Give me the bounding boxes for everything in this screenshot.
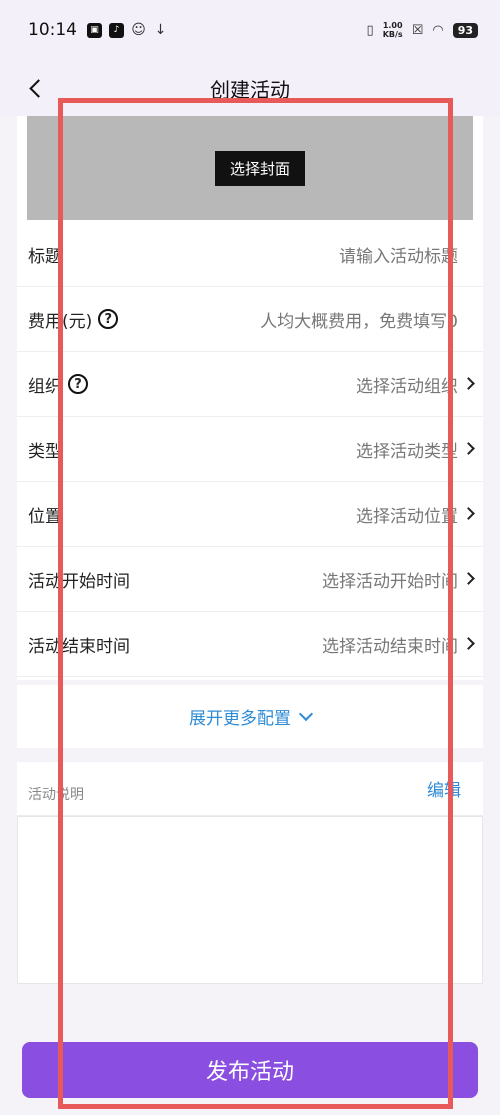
robot-icon: ☺ — [131, 22, 146, 38]
help-icon[interactable]: ? — [98, 309, 119, 329]
navigation-bar: 创建活动 — [0, 60, 500, 116]
form-row-fee[interactable]: 费用(元)? 人均大概费用，免费填写0 — [17, 287, 483, 352]
row-label: 类型 — [28, 441, 62, 462]
row-label: 活动结束时间 — [28, 636, 130, 657]
chevron-right-icon — [462, 507, 475, 520]
network-speed-value: 1.00 — [382, 21, 403, 30]
network-speed: 1.00 KB/s — [383, 21, 403, 39]
end-time-select[interactable]: 选择活动结束时间 — [322, 632, 458, 657]
page-title: 创建活动 — [210, 77, 290, 102]
form-row-start-time[interactable]: 活动开始时间 选择活动开始时间 — [17, 547, 483, 612]
no-sim-icon: ☒ — [411, 22, 424, 38]
row-label: 活动开始时间 — [28, 571, 130, 592]
status-bar: 10:14 ▣ ♪ ☺ ↓ ▯ 1.00 KB/s ☒ ◠ 93 — [0, 0, 500, 60]
organization-select[interactable]: 选择活动组织 — [356, 372, 458, 397]
fee-input[interactable]: 人均大概费用，免费填写0 — [260, 307, 458, 332]
form-row-location[interactable]: 位置 选择活动位置 — [17, 482, 483, 547]
chevron-right-icon — [462, 572, 475, 585]
tiktok-icon: ♪ — [109, 22, 124, 38]
download-icon: ↓ — [154, 22, 167, 38]
chevron-right-icon — [462, 637, 475, 650]
row-label: 标题 — [28, 246, 62, 267]
row-label: 费用(元)? — [28, 307, 119, 332]
form-row-title[interactable]: 标题 请输入活动标题 — [17, 222, 483, 287]
battery-indicator: 93 — [452, 22, 478, 38]
vibrate-icon: ▯ — [366, 22, 374, 38]
select-cover-button[interactable]: 选择封面 — [215, 151, 305, 186]
type-select[interactable]: 选择活动类型 — [356, 437, 458, 462]
chevron-right-icon — [462, 442, 475, 455]
form-row-organization[interactable]: 组织? 选择活动组织 — [17, 352, 483, 417]
description-textarea[interactable] — [17, 816, 483, 984]
form-row-type[interactable]: 类型 选择活动类型 — [17, 417, 483, 482]
row-label: 位置 — [28, 506, 62, 527]
description-header: 活动说明 编辑 — [17, 762, 483, 816]
edit-description-link[interactable]: 编辑 — [427, 776, 461, 801]
publish-button[interactable]: 发布活动 — [22, 1042, 478, 1098]
status-app-icons: ▣ ♪ ☺ ↓ — [87, 22, 168, 38]
row-label: 组织? — [28, 372, 88, 397]
cover-area[interactable]: 选择封面 — [27, 116, 473, 220]
start-time-select[interactable]: 选择活动开始时间 — [322, 567, 458, 592]
chevron-down-icon — [298, 706, 314, 721]
status-right: ▯ 1.00 KB/s ☒ ◠ 93 — [367, 21, 478, 39]
description-label: 活动说明 — [28, 787, 84, 803]
wifi-icon: ◠ — [432, 22, 444, 38]
chevron-right-icon — [462, 377, 475, 390]
chevron-left-icon — [28, 78, 48, 98]
network-speed-unit: KB/s — [382, 30, 403, 39]
form-row-end-time[interactable]: 活动结束时间 选择活动结束时间 — [17, 612, 483, 677]
expand-more-button[interactable]: 展开更多配置 — [17, 685, 483, 748]
title-input[interactable]: 请输入活动标题 — [339, 242, 458, 267]
activity-form: 选择封面 标题 请输入活动标题 费用(元)? 人均大概费用，免费填写0 组织? … — [17, 116, 483, 680]
help-icon[interactable]: ? — [68, 374, 88, 394]
location-select[interactable]: 选择活动位置 — [356, 502, 458, 527]
back-button[interactable] — [18, 70, 52, 106]
expand-more-label: 展开更多配置 — [189, 709, 291, 729]
status-time: 10:14 — [28, 20, 77, 40]
bilibili-icon: ▣ — [87, 22, 102, 38]
